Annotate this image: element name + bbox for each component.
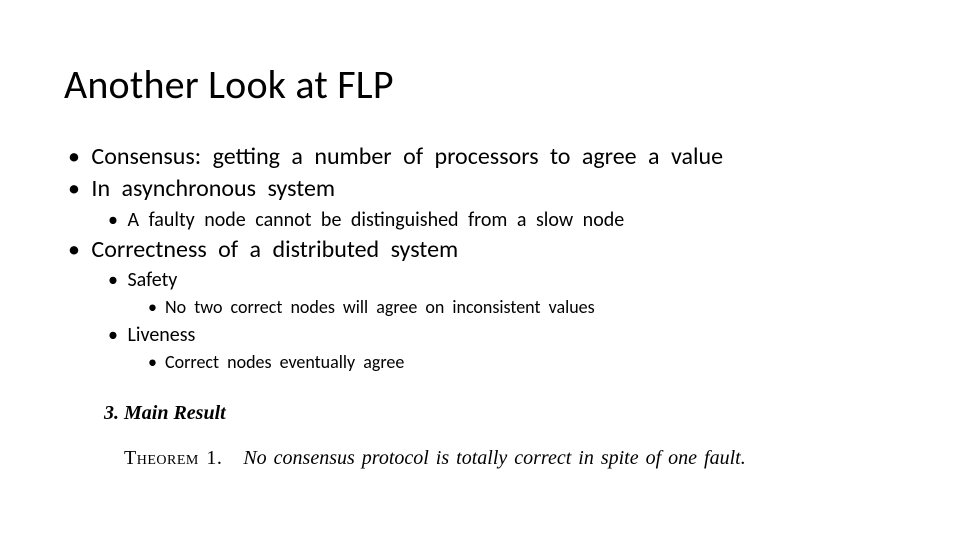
bullet-safety: Safety	[64, 266, 896, 294]
section-number: 3.	[104, 402, 119, 424]
theorem-line: Theorem 1. No consensus protocol is tota…	[64, 447, 896, 470]
bullet-async: In asynchronous system	[64, 173, 896, 205]
bullet-liveness-sub: Correct nodes eventually agree	[64, 349, 896, 376]
theorem-text: No consensus protocol is totally correct…	[243, 447, 745, 469]
bullet-correctness: Correctness of a distributed system	[64, 234, 896, 266]
bullet-async-sub: A faulty node cannot be distinguished fr…	[64, 206, 896, 234]
slide: Another Look at FLP Consensus: getting a…	[0, 0, 960, 540]
slide-title: Another Look at FLP	[64, 60, 896, 109]
bullet-consensus: Consensus: getting a number of processor…	[64, 141, 896, 173]
theorem-label: Theorem 1.	[124, 447, 222, 469]
section-heading: 3. Main Result	[64, 402, 896, 425]
bullet-list: Consensus: getting a number of processor…	[64, 141, 896, 376]
bullet-safety-sub: No two correct nodes will agree on incon…	[64, 294, 896, 321]
section-name: Main Result	[124, 402, 226, 424]
bullet-liveness: Liveness	[64, 321, 896, 349]
